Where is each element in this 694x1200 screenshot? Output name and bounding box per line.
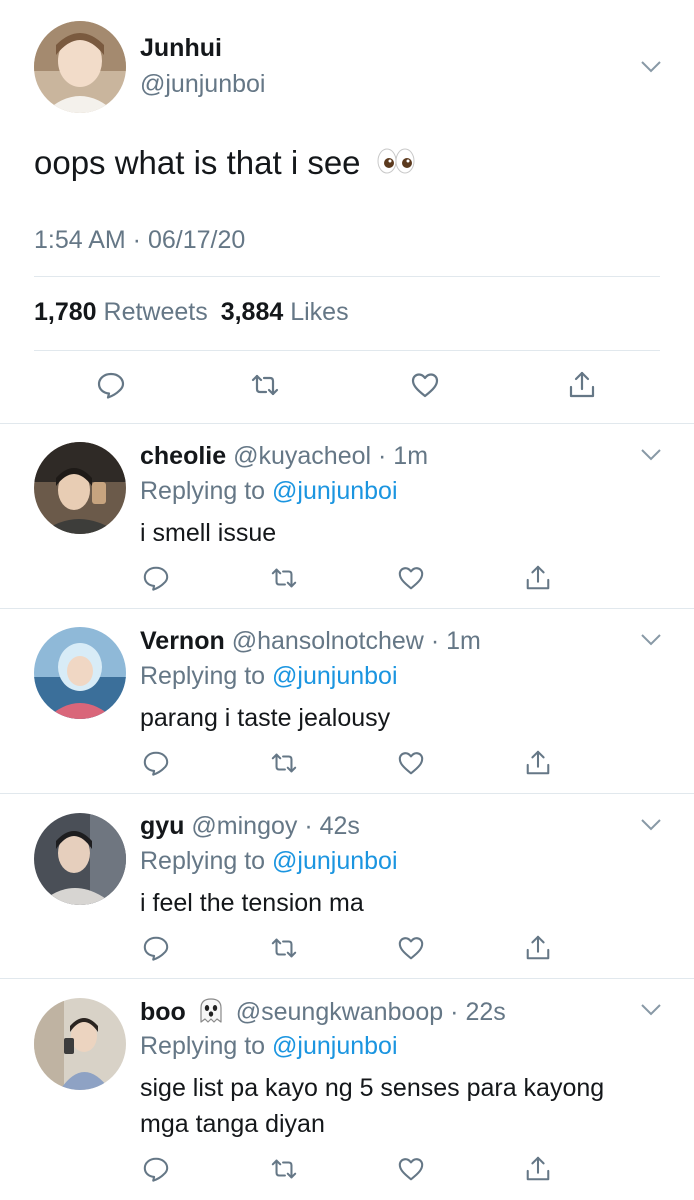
- divider: [0, 978, 694, 979]
- chevron-down-icon[interactable]: [640, 633, 662, 647]
- share-icon[interactable]: [524, 1155, 552, 1183]
- reply-header: cheolie @kuyacheol · 1m: [140, 441, 428, 471]
- heart-icon[interactable]: [397, 749, 425, 777]
- chevron-down-icon[interactable]: [640, 1003, 662, 1017]
- display-name[interactable]: Vernon: [140, 627, 225, 655]
- display-name[interactable]: Junhui: [140, 34, 222, 63]
- display-name[interactable]: boo: [140, 998, 186, 1026]
- retweet-icon[interactable]: [270, 934, 298, 962]
- ghost-emoji: [197, 996, 225, 1031]
- heart-icon[interactable]: [397, 934, 425, 962]
- reply-time[interactable]: · 42s: [304, 812, 360, 840]
- replying-label: Replying to: [140, 847, 266, 875]
- user-handle[interactable]: @junjunboi: [140, 70, 265, 99]
- share-icon[interactable]: [524, 749, 552, 777]
- heart-icon[interactable]: [397, 564, 425, 592]
- reply-time[interactable]: · 22s: [450, 998, 506, 1026]
- user-handle[interactable]: @seungkwanboop: [236, 998, 443, 1026]
- display-name[interactable]: gyu: [140, 812, 184, 840]
- reply-header: Vernon @hansolnotchew · 1m: [140, 626, 481, 656]
- reply-text-line: mga tanga diyan: [140, 1110, 325, 1138]
- reply-icon[interactable]: [96, 370, 126, 400]
- replying-to: Replying to @junjunboi: [140, 1031, 398, 1061]
- reply-icon[interactable]: [142, 1155, 170, 1183]
- mention-link[interactable]: @junjunboi: [272, 1032, 397, 1060]
- replying-label: Replying to: [140, 477, 266, 505]
- reply-icon[interactable]: [142, 749, 170, 777]
- replying-label: Replying to: [140, 662, 266, 690]
- retweets-label[interactable]: Retweets: [104, 298, 208, 326]
- reply-text: parang i taste jealousy: [140, 704, 391, 732]
- replying-to: Replying to @junjunboi: [140, 476, 398, 506]
- user-handle[interactable]: @hansolnotchew: [232, 627, 424, 655]
- divider: [0, 793, 694, 794]
- chevron-down-icon[interactable]: [640, 818, 662, 832]
- mention-link[interactable]: @junjunboi: [272, 847, 397, 875]
- avatar[interactable]: [34, 998, 126, 1090]
- avatar[interactable]: [34, 442, 126, 534]
- tweet-stats: 1,780 Retweets 3,884 Likes: [34, 298, 349, 327]
- divider: [0, 608, 694, 609]
- tweet-timestamp[interactable]: 1:54 AM · 06/17/20: [34, 226, 245, 255]
- reply-text: i smell issue: [140, 519, 277, 547]
- share-icon[interactable]: [524, 564, 552, 592]
- chevron-down-icon[interactable]: [640, 448, 662, 462]
- retweet-icon[interactable]: [250, 370, 280, 400]
- retweets-count[interactable]: 1,780: [34, 298, 97, 326]
- reply-icon[interactable]: [142, 934, 170, 962]
- retweet-icon[interactable]: [270, 1155, 298, 1183]
- replying-to: Replying to @junjunboi: [140, 661, 398, 691]
- retweet-icon[interactable]: [270, 564, 298, 592]
- avatar[interactable]: [34, 813, 126, 905]
- heart-icon[interactable]: [410, 370, 440, 400]
- retweet-icon[interactable]: [270, 749, 298, 777]
- divider: [34, 276, 660, 277]
- reply-time[interactable]: · 1m: [431, 627, 481, 655]
- chevron-down-icon[interactable]: [640, 60, 662, 74]
- reply-header: gyu @mingoy · 42s: [140, 811, 360, 841]
- likes-count[interactable]: 3,884: [221, 298, 284, 326]
- replying-label: Replying to: [140, 1032, 266, 1060]
- replying-to: Replying to @junjunboi: [140, 846, 398, 876]
- reply-header: boo @seungkwanboop · 22s: [140, 996, 506, 1031]
- reply-time[interactable]: · 1m: [378, 442, 428, 470]
- user-handle[interactable]: @kuyacheol: [233, 442, 371, 470]
- tweet-text-content: oops what is that i see: [34, 144, 361, 181]
- user-handle[interactable]: @mingoy: [191, 812, 297, 840]
- reply-text-line: sige list pa kayo ng 5 senses para kayon…: [140, 1074, 605, 1102]
- mention-link[interactable]: @junjunboi: [272, 477, 397, 505]
- avatar[interactable]: [34, 627, 126, 719]
- reply-icon[interactable]: [142, 564, 170, 592]
- heart-icon[interactable]: [397, 1155, 425, 1183]
- share-icon[interactable]: [524, 934, 552, 962]
- reply-text: i feel the tension ma: [140, 889, 364, 917]
- share-icon[interactable]: [567, 370, 597, 400]
- divider: [34, 350, 660, 351]
- tweet-text: oops what is that i see: [34, 144, 416, 184]
- mention-link[interactable]: @junjunboi: [272, 662, 397, 690]
- avatar[interactable]: [34, 21, 126, 113]
- display-name[interactable]: cheolie: [140, 442, 226, 470]
- eyes-emoji: [376, 146, 416, 184]
- divider: [0, 423, 694, 424]
- likes-label[interactable]: Likes: [290, 298, 348, 326]
